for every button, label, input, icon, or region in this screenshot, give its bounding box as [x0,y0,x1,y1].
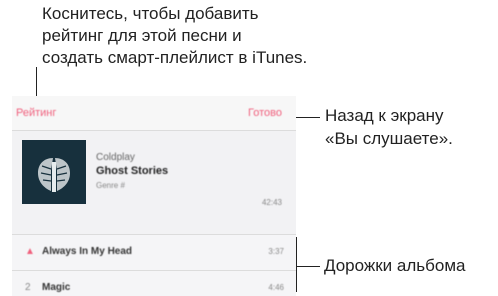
callout-rating: Коснитесь, чтобы добавить рейтинг для эт… [42,3,307,69]
album-artwork [22,140,86,204]
track-number: 2 [25,282,31,293]
album-screen: Рейтинг Готово Coldplay Ghost Stories Ge… [12,96,296,296]
navigation-bar: Рейтинг Готово [12,96,296,131]
album-title: Ghost Stories [96,165,169,177]
callout-tracks-bracket-vertical [296,237,297,292]
track-duration: 3:37 [268,247,284,256]
callout-rating-line2: рейтинг для этой песни и [42,26,242,45]
track-row[interactable]: ▲ Always In My Head 3:37 [12,234,296,270]
speaker-icon: ▲ [25,246,35,257]
callout-back-line1: Назад к экрану [325,106,444,125]
artist-name: Coldplay [96,152,135,163]
callout-tracks-leader [296,266,320,267]
track-duration: 4:46 [268,283,284,292]
callout-tracks: Дорожки альбома [324,256,466,275]
track-title: Always In My Head [42,246,133,257]
album-total-time: 42:43 [261,198,282,207]
callout-rating-line1: Коснитесь, чтобы добавить [42,4,259,23]
track-title: Magic [42,282,71,293]
callout-rating-line3: создать смарт-плейлист в iTunes. [42,48,308,67]
wings-artwork-icon [22,140,86,204]
album-genre: Genre # [96,181,125,190]
done-button[interactable]: Готово [248,107,282,119]
album-header: Coldplay Ghost Stories Genre # 42:43 [12,131,296,213]
track-row[interactable]: 2 Magic 4:46 [12,270,296,296]
rating-button[interactable]: Рейтинг [16,107,56,119]
callout-back-line2: «Вы слушаете». [325,129,453,148]
